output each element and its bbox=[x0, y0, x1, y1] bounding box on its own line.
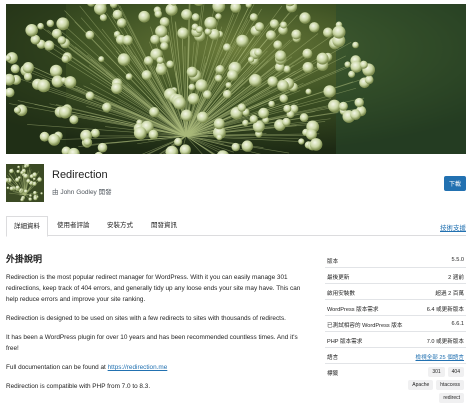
languages-link[interactable]: 檢視全部 25 個語言 bbox=[416, 353, 465, 361]
meta-label: 版本 bbox=[327, 259, 339, 265]
meta-label: WordPress 版本需求 bbox=[327, 307, 379, 313]
meta-label: 啟用安裝數 bbox=[327, 291, 355, 297]
meta-value: 5.5.0 bbox=[451, 257, 464, 263]
meta-value: 超過 2 百萬 bbox=[435, 291, 464, 297]
meta-wp-requirement: WordPress 版本需求 6.4 或更新版本 bbox=[325, 300, 466, 316]
meta-label: PHP 版本需求 bbox=[327, 339, 363, 345]
tag-item[interactable]: Apache bbox=[408, 380, 434, 390]
plugin-icon bbox=[6, 164, 44, 202]
description-paragraph: Full documentation can be found at https… bbox=[6, 362, 306, 373]
tab-details[interactable]: 詳細資料 bbox=[6, 216, 48, 237]
meta-php-requirement: PHP 版本需求 7.0 或更新版本 bbox=[325, 332, 466, 348]
description-paragraph: It has been a WordPress plugin for over … bbox=[6, 334, 298, 352]
author-prefix: 由 bbox=[52, 189, 59, 196]
meta-value: 7.0 或更新版本 bbox=[426, 339, 464, 345]
tag-item[interactable]: redirect bbox=[439, 393, 464, 403]
description-paragraph: Redirection is compatible with PHP from … bbox=[6, 383, 151, 390]
plugin-title: Redirection bbox=[52, 169, 108, 181]
banner-flower-image bbox=[6, 4, 466, 154]
meta-active-installs: 啟用安裝數 超過 2 百萬 bbox=[325, 284, 466, 300]
tab-reviews[interactable]: 使用者評論 bbox=[50, 216, 97, 236]
tag-list: 301 404 Apache htaccess redirect bbox=[408, 367, 464, 403]
meta-label: 標籤 bbox=[327, 371, 339, 377]
meta-tested-up-to: 已測試相容的 WordPress 版本 6.6.1 bbox=[325, 316, 466, 332]
tab-installation[interactable]: 安裝方式 bbox=[100, 216, 140, 236]
meta-last-updated: 最後更新 2 週前 bbox=[325, 268, 466, 284]
description-paragraph: Redirection is designed to be used on si… bbox=[6, 315, 286, 322]
meta-label: 已測試相容的 WordPress 版本 bbox=[327, 323, 403, 329]
description-paragraph: Redirection is the most popular redirect… bbox=[6, 274, 301, 303]
support-link[interactable]: 技術支援 bbox=[440, 222, 466, 232]
meta-value: 2 週前 bbox=[448, 275, 464, 281]
meta-value: 6.6.1 bbox=[451, 321, 464, 327]
meta-value: 6.4 或更新版本 bbox=[426, 307, 464, 313]
meta-label: 語言 bbox=[327, 355, 339, 361]
description-section: 外掛說明 Redirection is the most popular red… bbox=[6, 252, 306, 400]
plugin-author: 由 John Godley 開發 bbox=[52, 186, 112, 196]
plugin-meta-sidebar: 版本 5.5.0 最後更新 2 週前 啟用安裝數 超過 2 百萬 WordPre… bbox=[325, 252, 466, 403]
tag-item[interactable]: htaccess bbox=[436, 380, 464, 390]
tab-development[interactable]: 開發資訊 bbox=[144, 216, 184, 236]
docs-link[interactable]: https://redirection.me bbox=[108, 364, 168, 371]
tag-item[interactable]: 301 bbox=[428, 367, 445, 377]
tag-item[interactable]: 404 bbox=[447, 367, 464, 377]
meta-tags: 標籤 301 404 Apache htaccess redirect bbox=[325, 364, 466, 403]
meta-languages: 語言 檢視全部 25 個語言 bbox=[325, 348, 466, 364]
docs-text: Full documentation can be found at bbox=[6, 364, 106, 371]
meta-label: 最後更新 bbox=[327, 275, 350, 281]
plugin-header: Redirection 由 John Godley 開發 下載 bbox=[6, 160, 466, 205]
description-title: 外掛說明 bbox=[6, 254, 43, 264]
plugin-tabs: 詳細資料 使用者評論 安裝方式 開發資訊 技術支援 bbox=[6, 216, 466, 237]
meta-version: 版本 5.5.0 bbox=[325, 252, 466, 268]
download-button[interactable]: 下載 bbox=[444, 176, 466, 191]
plugin-banner bbox=[6, 4, 466, 154]
author-suffix: 開發 bbox=[98, 189, 112, 196]
author-name[interactable]: John Godley bbox=[60, 189, 97, 196]
